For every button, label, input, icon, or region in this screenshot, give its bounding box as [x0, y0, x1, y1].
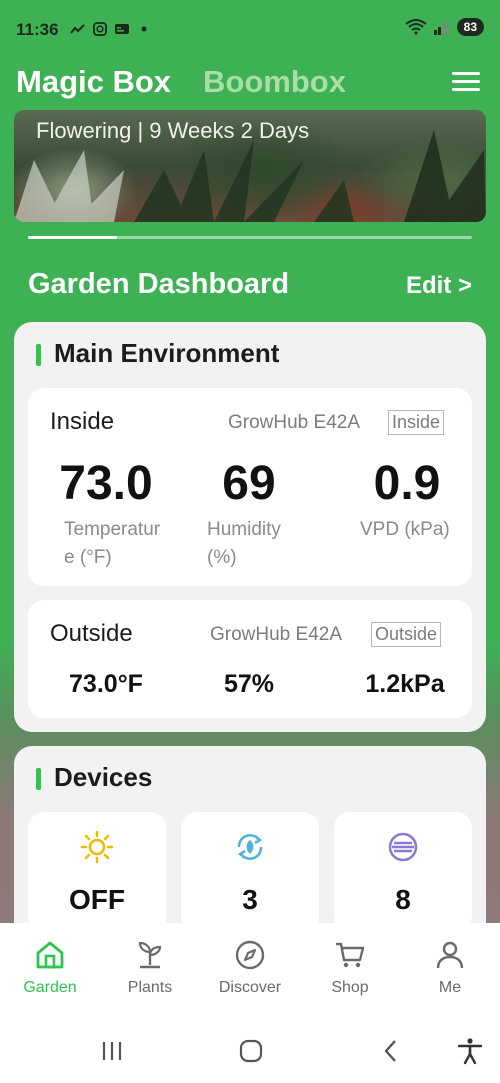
nav-garden[interactable]: Garden: [0, 923, 100, 1016]
wifi-icon: [405, 19, 427, 35]
inside-vpd-value: 0.9: [373, 457, 441, 510]
nav-me-label: Me: [438, 979, 462, 996]
temperature-label: Temperatur e (°F): [64, 516, 160, 572]
outside-hub-name: GrowHub E42A: [210, 624, 343, 645]
recycle-leaf-icon: [237, 834, 263, 860]
grow-banner[interactable]: Flowering | 9 Weeks 2 Days: [14, 110, 486, 222]
outside-hub-tag: Outside: [371, 622, 442, 647]
instagram-icon: [93, 22, 107, 36]
status-bar: 11:36 83: [0, 0, 500, 60]
humidity-label: Humidity (%): [207, 516, 281, 572]
inside-hub-tag: Inside: [388, 410, 445, 435]
outside-environment-panel[interactable]: Outside GrowHub E42A Outside 73.0°F 57% …: [28, 600, 472, 718]
dashboard-title: Garden Dashboard: [28, 268, 290, 300]
sprout-icon: [138, 941, 162, 969]
outside-label: Outside: [50, 620, 133, 647]
temperature-label-line1: Temperatur: [64, 519, 161, 540]
outside-temperature-value: 73.0°F: [69, 670, 143, 698]
back-icon[interactable]: [376, 1036, 406, 1066]
vpd-label: VPD (kPa): [360, 519, 450, 540]
device-tile-automations[interactable]: 3: [181, 812, 319, 932]
nav-shop-label: Shop: [331, 979, 369, 996]
automations-count-value: 3: [242, 884, 258, 915]
home-button-icon[interactable]: [236, 1036, 266, 1066]
nav-plants-label: Plants: [127, 979, 173, 996]
sun-icon: [80, 830, 114, 864]
status-time: 11:36: [16, 20, 59, 39]
light-status-value: OFF: [69, 884, 125, 915]
status-right: 83: [405, 18, 484, 36]
nav-me[interactable]: Me: [400, 923, 500, 1016]
person-icon: [436, 941, 464, 969]
devices-title: Devices: [54, 762, 153, 792]
inside-environment-panel[interactable]: Inside GrowHub E42A Inside 73.0 69 0.9 T…: [28, 388, 472, 586]
app-screen: 11:36 83 Magic Box Boombox Flowering | 9…: [0, 0, 500, 1083]
nav-discover[interactable]: Discover: [200, 923, 300, 1016]
humidity-label-line1: Humidity: [207, 519, 281, 540]
humidity-label-line2: (%): [207, 547, 237, 568]
home-icon: [36, 941, 64, 969]
system-navigation-bar: [0, 1016, 500, 1083]
card-icon: [115, 24, 129, 34]
nav-discover-label: Discover: [218, 979, 282, 996]
banner-progress-track: [28, 236, 472, 239]
inside-hub-name: GrowHub E42A: [228, 412, 361, 433]
title-accent-bar: [36, 768, 41, 790]
nav-shop[interactable]: Shop: [300, 923, 400, 1016]
bottom-navigation: Garden Plants Discover Shop Me: [0, 923, 500, 1016]
grow-stage-text: Flowering | 9 Weeks 2 Days: [36, 118, 310, 143]
accessibility-icon[interactable]: [455, 1036, 485, 1066]
inside-temperature-value: 73.0: [59, 457, 153, 510]
main-environment-title: Main Environment: [54, 338, 280, 368]
device-tile-light[interactable]: OFF: [28, 812, 166, 932]
device-subtitle[interactable]: Boombox: [203, 64, 346, 100]
nav-garden-label: Garden: [23, 979, 77, 996]
trend-icon: [70, 24, 85, 34]
dot-icon: [141, 26, 147, 32]
battery-indicator: 83: [456, 18, 484, 36]
cart-icon: [336, 942, 365, 968]
banner-progress-fill: [28, 236, 117, 239]
outside-humidity-value: 57%: [223, 670, 275, 698]
device-title[interactable]: Magic Box: [16, 64, 171, 100]
main-environment-card[interactable]: Main Environment Inside GrowHub E42A Ins…: [14, 322, 486, 732]
edit-dashboard-button[interactable]: Edit >: [406, 272, 472, 300]
outside-vpd-value: 1.2kPa: [365, 670, 445, 698]
signal-icon: [433, 21, 449, 35]
circulation-icon: [388, 832, 418, 862]
recent-apps-icon[interactable]: [97, 1036, 127, 1066]
hamburger-menu-icon[interactable]: [452, 70, 482, 94]
temperature-label-line2: e (°F): [64, 547, 112, 568]
inside-humidity-value: 69: [222, 457, 276, 510]
notification-icons: [70, 21, 152, 37]
device-tile-circulation[interactable]: 8: [334, 812, 472, 932]
circulation-count-value: 8: [395, 884, 411, 915]
title-accent-bar: [36, 344, 41, 366]
nav-plants[interactable]: Plants: [100, 923, 200, 1016]
compass-icon: [235, 940, 265, 970]
inside-label: Inside: [50, 408, 115, 435]
